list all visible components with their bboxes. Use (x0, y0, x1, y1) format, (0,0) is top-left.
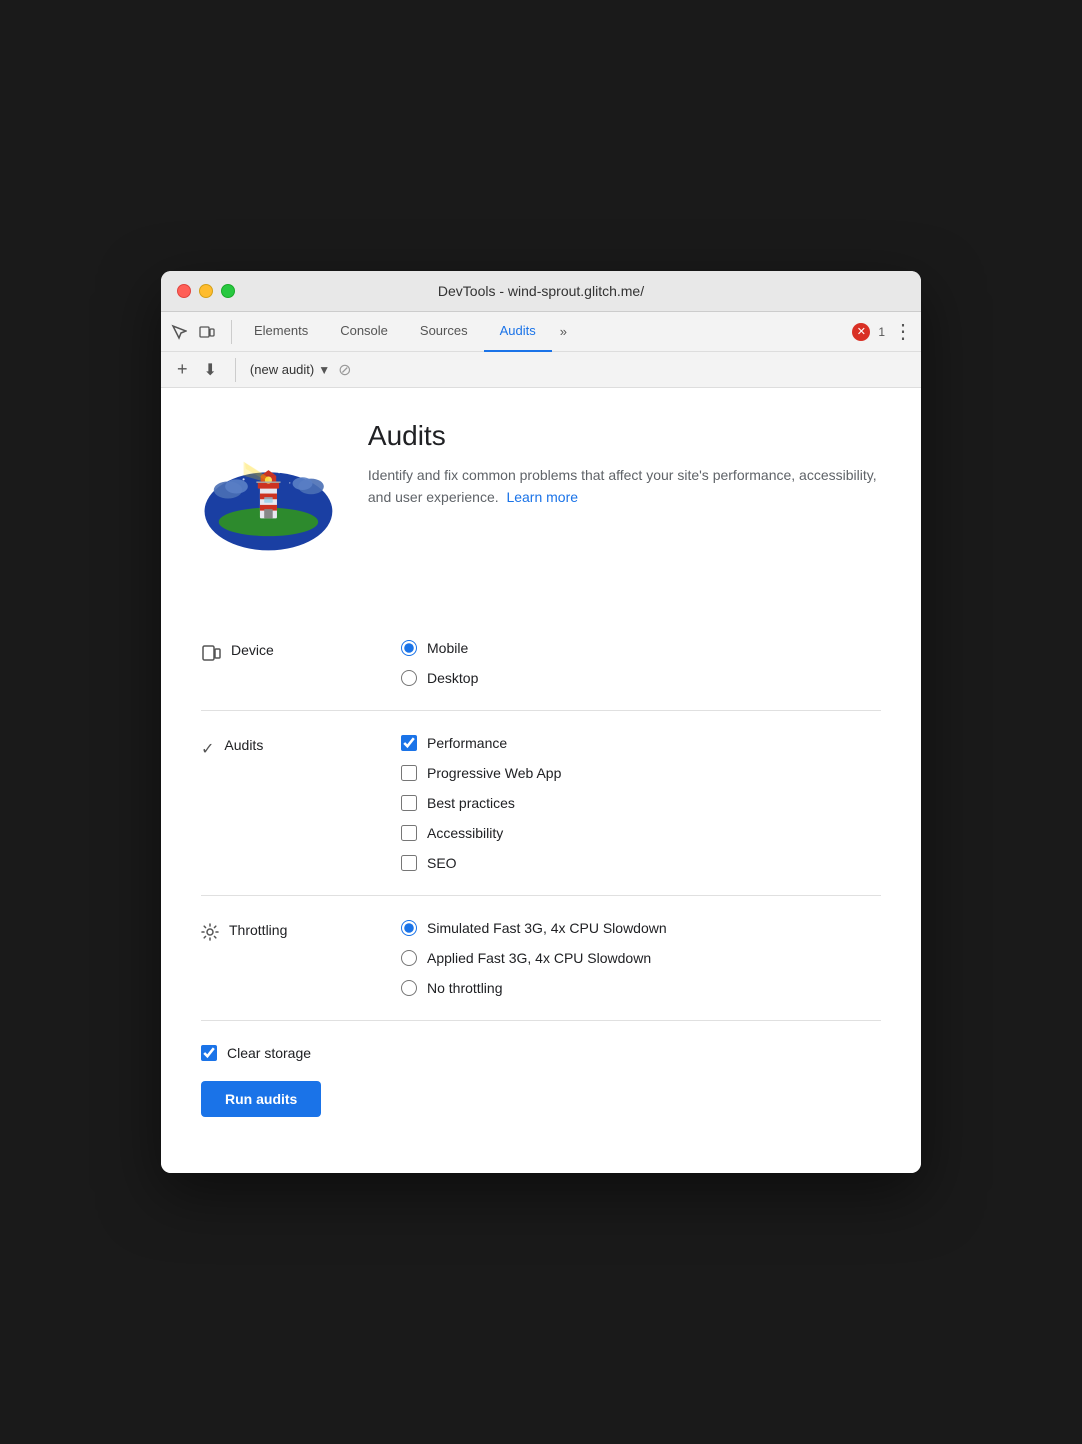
traffic-lights (177, 284, 235, 298)
seo-checkbox[interactable] (401, 855, 417, 871)
devtools-window: DevTools - wind-sprout.glitch.me/ Elemen… (161, 271, 921, 1173)
audits-label-text: Audits (224, 737, 263, 753)
device-mobile-option[interactable]: Mobile (401, 640, 881, 656)
throttling-label-text: Throttling (229, 922, 287, 938)
title-bar: DevTools - wind-sprout.glitch.me/ (161, 271, 921, 312)
lighthouse-illustration (201, 420, 336, 560)
checkmark-icon: ✓ (201, 739, 214, 759)
best-practices-checkbox[interactable] (401, 795, 417, 811)
sub-toolbar: + ⬇ (new audit) ▼ ⊘ (161, 352, 921, 388)
stop-button[interactable]: ⊘ (338, 360, 351, 380)
device-toggle-icon[interactable] (197, 322, 217, 342)
inspect-icon[interactable] (169, 322, 189, 342)
audits-label: ✓ Audits (201, 735, 401, 871)
more-menu-icon[interactable]: ⋮ (893, 319, 913, 344)
close-button[interactable] (177, 284, 191, 298)
device-options: Mobile Desktop (401, 640, 881, 686)
toolbar-icons (169, 322, 217, 342)
throttling-simulated[interactable]: Simulated Fast 3G, 4x CPU Slowdown (401, 920, 881, 936)
audit-select[interactable]: (new audit) ▼ (250, 362, 330, 377)
audits-options: Performance Progressive Web App Best pra… (401, 735, 881, 871)
error-icon: ✕ (852, 323, 870, 341)
device-desktop-option[interactable]: Desktop (401, 670, 881, 686)
audit-seo[interactable]: SEO (401, 855, 881, 871)
clear-storage-checkbox[interactable] (201, 1045, 217, 1061)
main-content: Audits Identify and fix common problems … (161, 388, 921, 1173)
run-audits-button[interactable]: Run audits (201, 1081, 321, 1117)
download-button[interactable]: ⬇ (200, 358, 221, 382)
maximize-button[interactable] (221, 284, 235, 298)
sub-toolbar-divider (235, 358, 236, 382)
tab-console[interactable]: Console (324, 312, 404, 352)
throttling-simulated-radio[interactable] (401, 920, 417, 936)
new-audit-button[interactable]: + (173, 357, 192, 382)
throttling-section: Throttling Simulated Fast 3G, 4x CPU Slo… (201, 896, 881, 1021)
clear-storage-option[interactable]: Clear storage (201, 1045, 881, 1061)
gear-icon (201, 923, 219, 946)
tab-more[interactable]: » (552, 312, 575, 352)
hero-section: Audits Identify and fix common problems … (201, 420, 881, 584)
performance-checkbox[interactable] (401, 735, 417, 751)
device-label: Device (201, 640, 401, 686)
dropdown-arrow-icon: ▼ (318, 363, 330, 377)
toolbar-divider (231, 320, 232, 344)
main-toolbar: Elements Console Sources Audits » ✕ 1 ⋮ (161, 312, 921, 352)
audit-pwa[interactable]: Progressive Web App (401, 765, 881, 781)
toolbar-right: ✕ 1 ⋮ (852, 319, 913, 344)
device-label-text: Device (231, 642, 274, 658)
window-title: DevTools - wind-sprout.glitch.me/ (438, 283, 644, 299)
pwa-checkbox[interactable] (401, 765, 417, 781)
device-desktop-radio[interactable] (401, 670, 417, 686)
tab-elements[interactable]: Elements (238, 312, 324, 352)
device-icon (201, 643, 221, 668)
throttling-options: Simulated Fast 3G, 4x CPU Slowdown Appli… (401, 920, 881, 996)
throttling-applied-radio[interactable] (401, 950, 417, 966)
audit-best-practices[interactable]: Best practices (401, 795, 881, 811)
throttling-applied[interactable]: Applied Fast 3G, 4x CPU Slowdown (401, 950, 881, 966)
accessibility-checkbox[interactable] (401, 825, 417, 841)
tab-bar: Elements Console Sources Audits » (238, 312, 852, 352)
tab-audits[interactable]: Audits (484, 312, 552, 352)
device-section: Device Mobile Desktop (201, 616, 881, 711)
hero-text: Audits Identify and fix common problems … (368, 420, 881, 509)
audit-accessibility[interactable]: Accessibility (401, 825, 881, 841)
device-mobile-radio[interactable] (401, 640, 417, 656)
throttling-none[interactable]: No throttling (401, 980, 881, 996)
throttling-none-radio[interactable] (401, 980, 417, 996)
audits-section: ✓ Audits Performance Progressive Web App… (201, 711, 881, 896)
audit-performance[interactable]: Performance (401, 735, 881, 751)
hero-description: Identify and fix common problems that af… (368, 464, 881, 509)
hero-title: Audits (368, 420, 881, 452)
minimize-button[interactable] (199, 284, 213, 298)
tab-sources[interactable]: Sources (404, 312, 484, 352)
bottom-section: Clear storage Run audits (201, 1021, 881, 1133)
learn-more-link[interactable]: Learn more (506, 489, 578, 505)
throttling-label: Throttling (201, 920, 401, 996)
error-count: 1 (878, 325, 885, 339)
